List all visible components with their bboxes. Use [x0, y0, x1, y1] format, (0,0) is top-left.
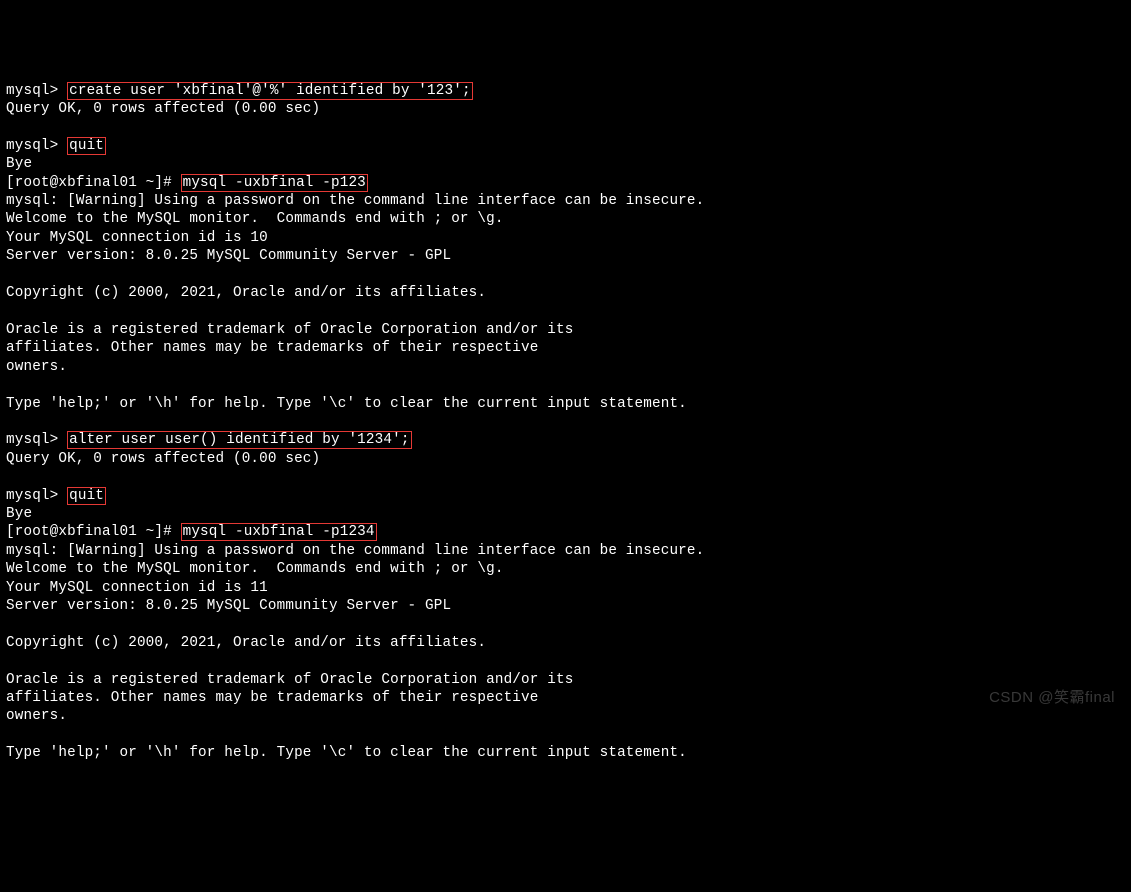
output-line: Query OK, 0 rows affected (0.00 sec): [6, 451, 320, 467]
output-line: Oracle is a registered trademark of Orac…: [6, 672, 573, 688]
output-line: Welcome to the MySQL monitor. Commands e…: [6, 211, 504, 227]
output-line: Oracle is a registered trademark of Orac…: [6, 322, 573, 338]
cmd-create-user: create user 'xbfinal'@'%' identified by …: [67, 82, 473, 100]
output-line: Bye: [6, 506, 32, 522]
output-line: Copyright (c) 2000, 2021, Oracle and/or …: [6, 635, 486, 651]
output-line: mysql: [Warning] Using a password on the…: [6, 193, 704, 209]
output-line: Type 'help;' or '\h' for help. Type '\c'…: [6, 745, 687, 761]
output-line: Your MySQL connection id is 10: [6, 230, 268, 246]
output-line: owners.: [6, 359, 67, 375]
output-line: Bye: [6, 156, 32, 172]
output-line: mysql: [Warning] Using a password on the…: [6, 543, 704, 559]
cmd-quit: quit: [67, 487, 106, 505]
output-line: Type 'help;' or '\h' for help. Type '\c'…: [6, 396, 687, 412]
mysql-prompt: mysql>: [6, 83, 67, 99]
cmd-shell-login: mysql -uxbfinal -p1234: [181, 523, 377, 541]
output-line: affiliates. Other names may be trademark…: [6, 690, 539, 706]
mysql-prompt: mysql>: [6, 488, 67, 504]
shell-prompt: [root@xbfinal01 ~]#: [6, 175, 181, 191]
output-line: Welcome to the MySQL monitor. Commands e…: [6, 561, 504, 577]
watermark: CSDN @笑霸final: [989, 689, 1115, 707]
output-line: affiliates. Other names may be trademark…: [6, 340, 539, 356]
terminal-output: mysql> create user 'xbfinal'@'%' identif…: [6, 82, 1125, 763]
cmd-alter-user: alter user user() identified by '1234';: [67, 431, 411, 449]
cmd-quit: quit: [67, 137, 106, 155]
mysql-prompt: mysql>: [6, 138, 67, 154]
output-line: Copyright (c) 2000, 2021, Oracle and/or …: [6, 285, 486, 301]
output-line: Query OK, 0 rows affected (0.00 sec): [6, 101, 320, 117]
output-line: Your MySQL connection id is 11: [6, 580, 268, 596]
mysql-prompt: mysql>: [6, 432, 67, 448]
output-line: owners.: [6, 708, 67, 724]
cmd-shell-login: mysql -uxbfinal -p123: [181, 174, 368, 192]
shell-prompt: [root@xbfinal01 ~]#: [6, 524, 181, 540]
output-line: Server version: 8.0.25 MySQL Community S…: [6, 248, 451, 264]
output-line: Server version: 8.0.25 MySQL Community S…: [6, 598, 451, 614]
